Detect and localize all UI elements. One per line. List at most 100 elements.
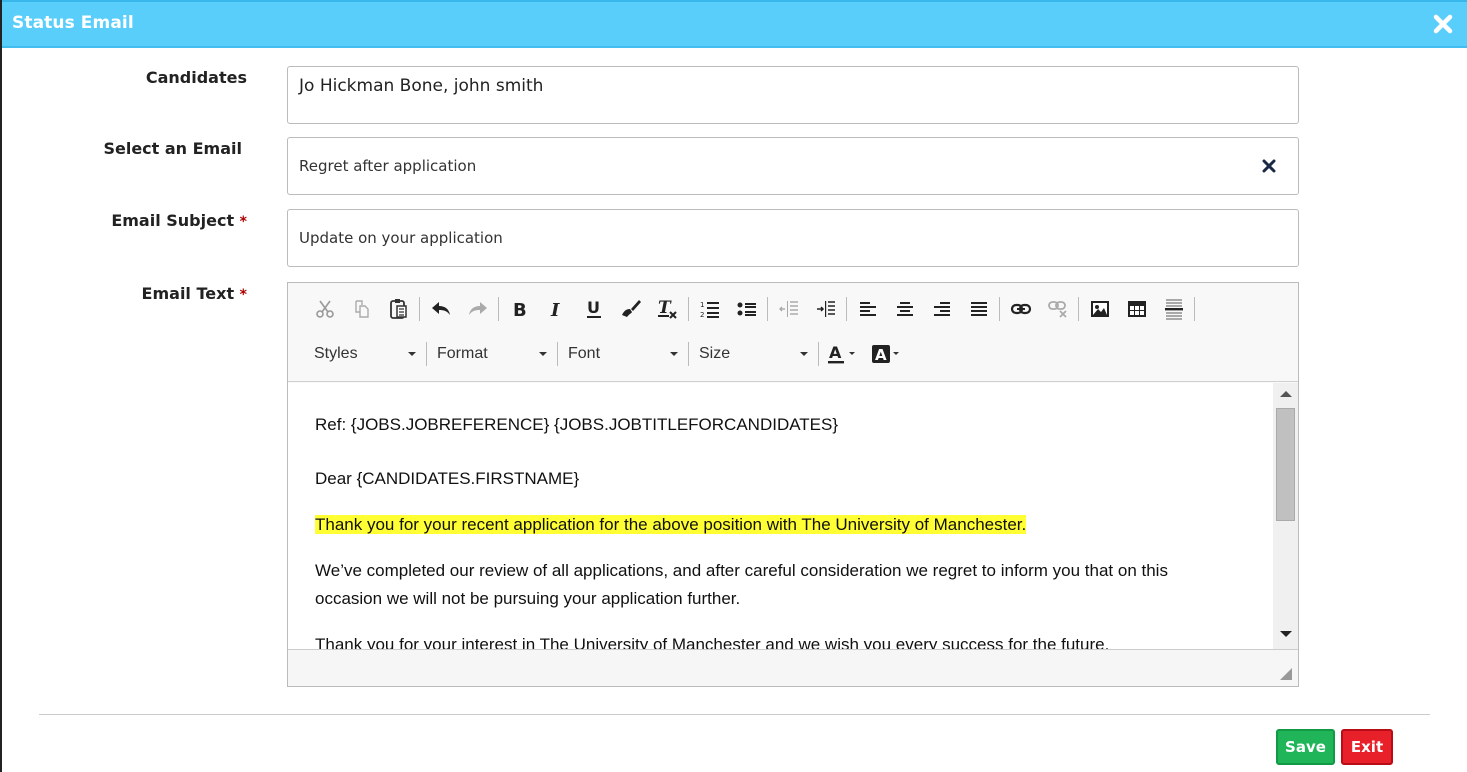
toolbar-separator bbox=[999, 297, 1000, 321]
align-right-icon bbox=[933, 302, 950, 316]
scrollbar-thumb[interactable] bbox=[1276, 408, 1295, 521]
close-icon[interactable] bbox=[1431, 12, 1455, 36]
toolbar-separator bbox=[557, 342, 558, 366]
remove-format-button[interactable]: T bbox=[649, 295, 686, 323]
save-button[interactable]: Save bbox=[1276, 729, 1335, 765]
paste-icon bbox=[389, 299, 407, 319]
align-center-button[interactable] bbox=[886, 295, 923, 323]
indent-button[interactable] bbox=[807, 295, 844, 323]
candidates-field[interactable]: Jo Hickman Bone, john smith bbox=[287, 66, 1299, 124]
text-color-button[interactable]: A bbox=[821, 340, 867, 368]
svg-text:1: 1 bbox=[700, 301, 704, 309]
outdent-button[interactable] bbox=[770, 295, 807, 323]
table-icon bbox=[1127, 301, 1146, 317]
editor-content-area[interactable]: Ref: {JOBS.JOBREFERENCE} {JOBS.JOBTITLEF… bbox=[288, 383, 1273, 649]
select-email-dropdown[interactable]: Regret after application bbox=[287, 137, 1299, 195]
align-left-button[interactable] bbox=[849, 295, 886, 323]
dialog-titlebar: Status Email bbox=[2, 0, 1467, 48]
svg-text:I: I bbox=[550, 300, 560, 319]
size-combo[interactable]: Size bbox=[691, 340, 816, 368]
outdent-icon bbox=[778, 301, 798, 317]
image-icon bbox=[1090, 301, 1109, 317]
chevron-down-icon bbox=[670, 352, 678, 356]
toolbar-separator bbox=[1078, 297, 1079, 321]
copy-button[interactable] bbox=[343, 295, 380, 323]
bold-icon: B bbox=[513, 300, 527, 319]
justify-icon bbox=[970, 302, 987, 316]
format-combo-label: Format bbox=[437, 345, 488, 362]
candidates-value: Jo Hickman Bone, john smith bbox=[299, 76, 544, 96]
email-subject-input[interactable]: Update on your application bbox=[287, 209, 1299, 267]
editor-scrollbar[interactable] bbox=[1273, 383, 1298, 649]
format-painter-icon bbox=[621, 300, 641, 317]
email-subject-label: Email Subject * bbox=[2, 211, 247, 230]
dialog-title: Status Email bbox=[12, 13, 134, 33]
email-text-label: Email Text * bbox=[2, 284, 247, 303]
format-painter-button[interactable] bbox=[612, 295, 649, 323]
select-email-label: Select an Email bbox=[2, 139, 242, 158]
format-combo[interactable]: Format bbox=[429, 340, 555, 368]
chevron-down-icon bbox=[408, 352, 416, 356]
image-button[interactable] bbox=[1081, 295, 1118, 323]
select-email-value: Regret after application bbox=[299, 157, 477, 175]
chevron-down-icon bbox=[539, 352, 547, 356]
italic-icon: I bbox=[550, 300, 560, 319]
select-email-label-text: Select an Email bbox=[103, 139, 242, 158]
horizontal-rule-button[interactable] bbox=[1155, 295, 1192, 323]
underline-icon: U bbox=[586, 298, 601, 318]
link-button[interactable] bbox=[1002, 295, 1039, 323]
toolbar-separator bbox=[419, 297, 420, 321]
font-combo[interactable]: Font bbox=[560, 340, 686, 368]
toolbar-separator bbox=[688, 342, 689, 366]
required-marker: * bbox=[239, 214, 247, 230]
align-right-button[interactable] bbox=[923, 295, 960, 323]
numbered-list-button[interactable]: 12 bbox=[691, 295, 728, 323]
closing-paragraph: Thank you for your interest in The Unive… bbox=[315, 635, 1110, 649]
underline-button[interactable]: U bbox=[575, 295, 612, 323]
size-combo-label: Size bbox=[699, 345, 731, 362]
justify-button[interactable] bbox=[960, 295, 997, 323]
styles-combo[interactable]: Styles bbox=[306, 340, 424, 368]
email-text-label-text: Email Text bbox=[141, 284, 235, 303]
cut-button[interactable] bbox=[306, 295, 343, 323]
scroll-up-arrow-icon[interactable] bbox=[1280, 391, 1292, 397]
text-color-icon: A bbox=[828, 343, 855, 364]
redo-button[interactable] bbox=[459, 295, 496, 323]
bulleted-list-button[interactable] bbox=[728, 295, 765, 323]
svg-text:B: B bbox=[513, 300, 527, 319]
chevron-down-icon bbox=[800, 352, 808, 356]
resize-handle-icon[interactable] bbox=[1280, 668, 1292, 680]
exit-button[interactable]: Exit bbox=[1341, 729, 1393, 765]
table-button[interactable] bbox=[1118, 295, 1155, 323]
remove-format-icon: T bbox=[657, 298, 677, 319]
candidates-label: Candidates bbox=[2, 68, 247, 87]
email-subject-label-text: Email Subject bbox=[111, 211, 235, 230]
toolbar-row-2: Styles Format Font Size A A bbox=[306, 340, 907, 368]
italic-button[interactable]: I bbox=[538, 295, 575, 323]
toolbar-separator bbox=[846, 297, 847, 321]
highlighted-paragraph: Thank you for your recent application fo… bbox=[315, 515, 1027, 534]
toolbar-separator bbox=[498, 297, 499, 321]
bulleted-list-icon bbox=[737, 302, 756, 316]
clear-selection-icon[interactable] bbox=[1260, 157, 1278, 175]
svg-text:U: U bbox=[587, 298, 600, 317]
unlink-icon bbox=[1047, 301, 1067, 318]
unlink-button[interactable] bbox=[1039, 295, 1076, 323]
toolbar-separator bbox=[426, 342, 427, 366]
paste-button[interactable] bbox=[380, 295, 417, 323]
cut-icon bbox=[315, 300, 334, 318]
toolbar-separator bbox=[688, 297, 689, 321]
undo-button[interactable] bbox=[422, 295, 459, 323]
horizontal-rule-icon bbox=[1164, 299, 1183, 320]
bold-button[interactable]: B bbox=[501, 295, 538, 323]
toolbar-separator bbox=[818, 342, 819, 366]
background-color-button[interactable]: A bbox=[867, 340, 907, 368]
svg-text:A: A bbox=[875, 346, 887, 364]
regret-paragraph: We’ve completed our review of all applic… bbox=[315, 561, 1168, 608]
link-icon bbox=[1010, 303, 1031, 315]
align-left-icon bbox=[859, 302, 876, 316]
scroll-down-arrow-icon[interactable] bbox=[1280, 631, 1292, 637]
copy-icon bbox=[354, 300, 369, 318]
redo-icon bbox=[468, 302, 487, 315]
align-center-icon bbox=[896, 302, 913, 316]
